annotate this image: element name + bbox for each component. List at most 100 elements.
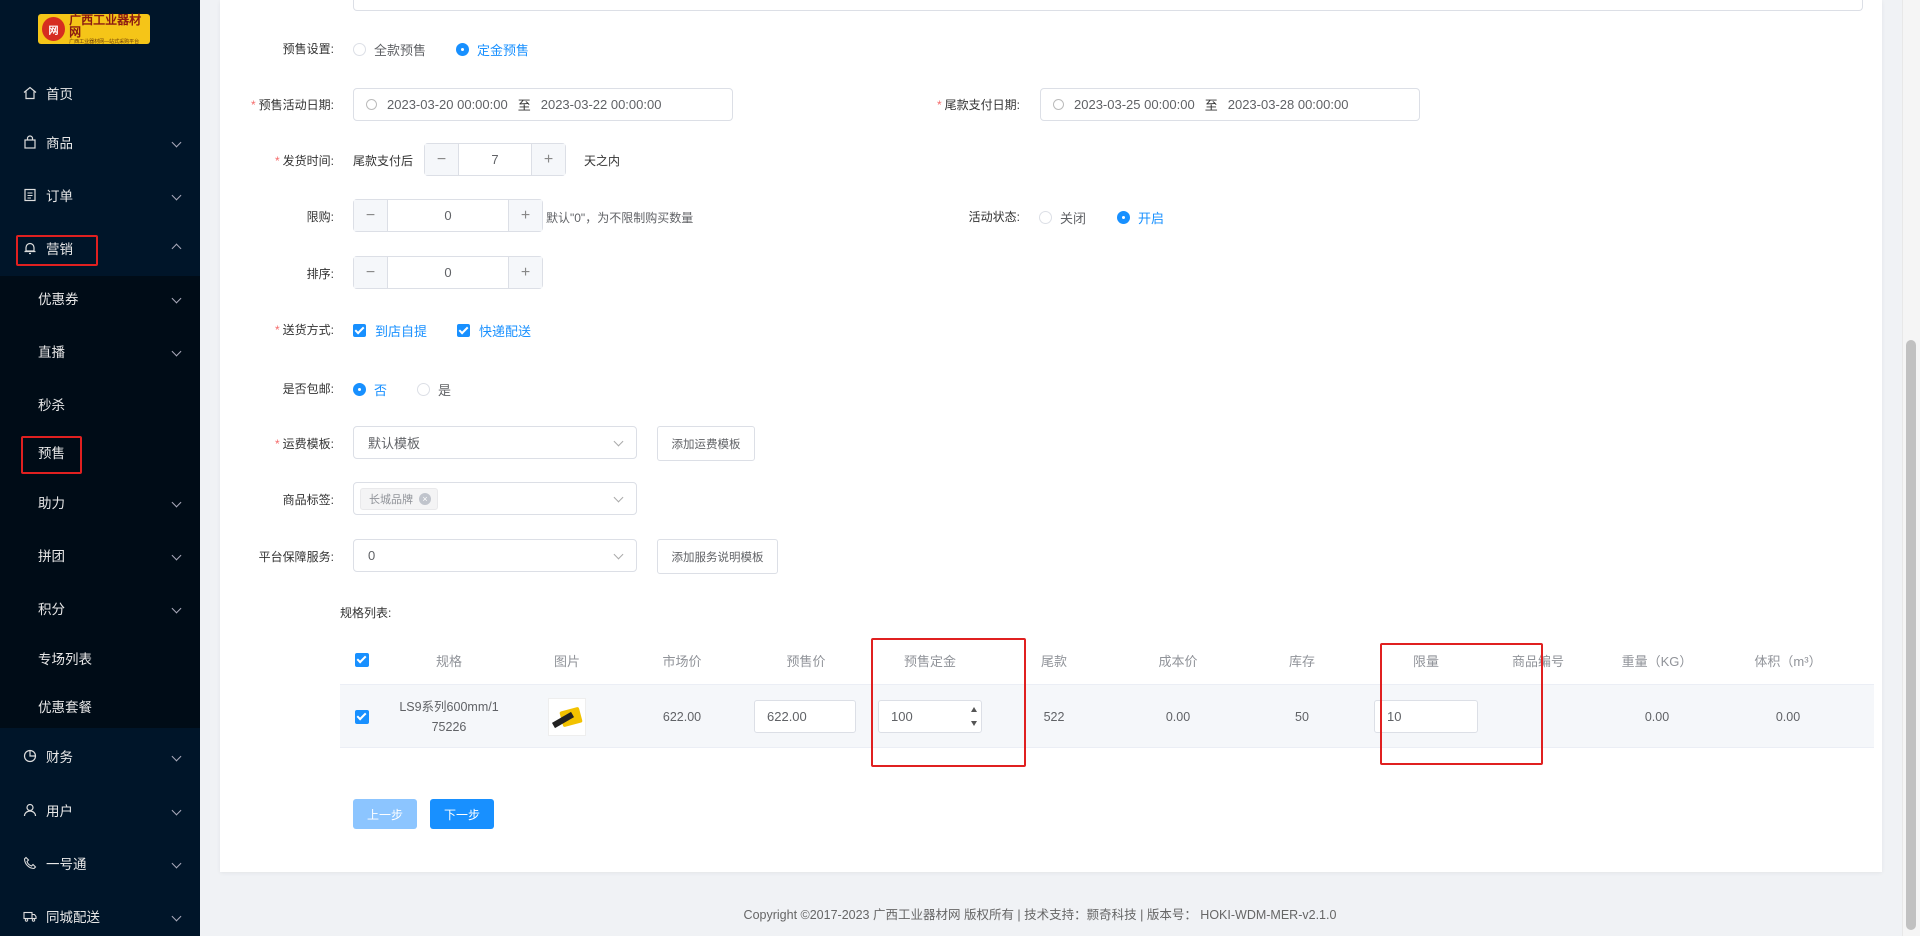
sort-value[interactable]: 0 [388, 257, 508, 288]
chevron-down-icon [613, 549, 624, 560]
chevron-down-icon [171, 190, 182, 200]
sidebar-item-orders[interactable]: 订单 [0, 173, 200, 217]
spec-text: 75226 [431, 720, 467, 734]
submenu-item-points[interactable]: 积分 [0, 586, 200, 630]
col-header: 预售定金 [903, 653, 956, 669]
col-header: 尾款 [1040, 653, 1067, 669]
radio-status-off[interactable]: 关闭 [1039, 208, 1086, 227]
clock-icon [366, 99, 377, 110]
chevron-down-icon [613, 492, 624, 503]
label-text: 送货方式: [282, 323, 334, 337]
radio-dot [1117, 211, 1130, 224]
next-step-button[interactable]: 下一步 [430, 799, 494, 829]
sidebar-item-one-pass[interactable]: 一号通 [0, 841, 200, 885]
sidebar-item-home[interactable]: 首页 [0, 71, 200, 115]
freight-template-select[interactable]: 默认模板 [353, 426, 637, 459]
user-icon [22, 802, 38, 818]
guarantee-label: 平台保障服务: [258, 550, 334, 564]
add-guarantee-template-button[interactable]: 添加服务说明模板 [657, 539, 778, 574]
chevron-down-icon [171, 293, 182, 303]
plus-icon[interactable]: + [531, 144, 565, 175]
chevron-down-icon [171, 346, 182, 356]
minus-icon[interactable]: − [354, 200, 388, 231]
plus-icon[interactable]: + [508, 200, 542, 231]
sort-stepper[interactable]: − 0 + [353, 256, 543, 289]
radio-label: 全款预售 [374, 43, 427, 58]
sidebar-item-marketing[interactable]: 营销 [0, 226, 200, 270]
radio-status-on[interactable]: 开启 [1117, 208, 1164, 227]
balance-end-date[interactable]: 2023-03-28 00:00:00 [1228, 97, 1349, 112]
activity-end-date[interactable]: 2023-03-22 00:00:00 [541, 97, 662, 112]
guarantee-select[interactable]: 0 [353, 539, 637, 572]
deposit-input[interactable]: 100 [878, 700, 982, 733]
sidebar-item-label: 营销 [46, 242, 73, 257]
activity-start-date[interactable]: 2023-03-20 00:00:00 [387, 97, 508, 112]
balance-date-range[interactable]: 2023-03-25 00:00:00 至 2023-03-28 00:00:0… [1040, 88, 1420, 121]
minus-icon[interactable]: − [354, 257, 388, 288]
product-image-cell[interactable] [514, 685, 620, 749]
status-label: 活动状态: [968, 210, 1020, 224]
radio-label: 是 [438, 383, 452, 398]
prev-step-button[interactable]: 上一步 [353, 799, 417, 829]
checkbox-store-pickup[interactable]: 到店自提 [353, 321, 427, 340]
sidebar-item-label: 一号通 [46, 857, 87, 872]
brand-logo[interactable]: 网 广西工业器材网 广西工业器材网—站式采购平台 [38, 14, 150, 44]
page-scrollbar[interactable] [1902, 0, 1920, 936]
sidebar-item-products[interactable]: 商品 [0, 120, 200, 164]
sidebar-item-label: 同城配送 [46, 910, 100, 925]
product-tag-select[interactable]: 长城品牌 × [353, 482, 637, 515]
minus-icon[interactable]: − [425, 144, 459, 175]
scrollbar-thumb[interactable] [1906, 340, 1916, 930]
chevron-down-icon [171, 858, 182, 868]
submenu-item-special-list[interactable]: 专场列表 [0, 636, 200, 680]
radio-label: 关闭 [1060, 211, 1087, 226]
submenu-item-label: 预售 [38, 446, 65, 461]
presale-price-input[interactable]: 622.00 [754, 700, 856, 733]
checkbox-express[interactable]: 快递配送 [457, 321, 531, 340]
ship-days-stepper[interactable]: − 7 + [424, 143, 566, 176]
limit-stepper[interactable]: − 0 + [353, 199, 543, 232]
balance-cell: 522 [1043, 710, 1065, 724]
submenu-item-group-buy[interactable]: 拼团 [0, 533, 200, 577]
radio-label: 定金预售 [477, 43, 530, 58]
submenu-item-coupon[interactable]: 优惠券 [0, 276, 200, 320]
submenu-item-assist[interactable]: 助力 [0, 480, 200, 524]
label-text: 尾款支付日期: [944, 98, 1020, 112]
limit-value[interactable]: 0 [388, 200, 508, 231]
sidebar-item-finance[interactable]: 财务 [0, 734, 200, 778]
pie-chart-icon [22, 748, 38, 764]
range-separator: 至 [1204, 98, 1218, 113]
brand-name: 广西工业器材网 [69, 12, 142, 39]
balance-start-date[interactable]: 2023-03-25 00:00:00 [1074, 97, 1195, 112]
chevron-down-icon [171, 805, 182, 815]
limit-input[interactable]: 10 [1374, 700, 1478, 733]
submenu-item-bundle[interactable]: 优惠套餐 [0, 684, 200, 728]
sidebar-item-label: 订单 [46, 189, 73, 204]
radio-dot [353, 383, 366, 396]
activity-date-range[interactable]: 2023-03-20 00:00:00 至 2023-03-22 00:00:0… [353, 88, 733, 121]
submenu-item-live[interactable]: 直播 [0, 329, 200, 373]
row-checkbox[interactable] [340, 685, 384, 749]
spinner-arrows-icon[interactable] [970, 707, 978, 726]
radio-free-ship-yes[interactable]: 是 [417, 380, 451, 399]
select-all-checkbox[interactable] [340, 636, 384, 684]
ship-suffix-text: 天之内 [584, 154, 621, 168]
add-freight-template-button[interactable]: 添加运费模板 [657, 426, 755, 461]
col-header: 规格 [435, 653, 462, 669]
volume-cell: 0.00 [1775, 710, 1801, 724]
sidebar-item-local-delivery[interactable]: 同城配送 [0, 894, 200, 936]
checkbox-label: 到店自提 [375, 324, 428, 339]
description-textarea[interactable] [353, 0, 1863, 11]
product-thumbnail[interactable] [548, 698, 586, 736]
ship-days-value[interactable]: 7 [459, 144, 531, 175]
radio-label: 开启 [1138, 211, 1165, 226]
plus-icon[interactable]: + [508, 257, 542, 288]
submenu-item-flash-sale[interactable]: 秒杀 [0, 382, 200, 426]
close-icon[interactable]: × [419, 492, 431, 505]
radio-full-presale[interactable]: 全款预售 [353, 40, 426, 59]
submenu-item-presale[interactable]: 预售 [0, 430, 200, 474]
radio-dot [353, 43, 366, 56]
sidebar-item-users[interactable]: 用户 [0, 788, 200, 832]
radio-free-ship-no[interactable]: 否 [353, 380, 387, 399]
radio-deposit-presale[interactable]: 定金预售 [456, 40, 529, 59]
